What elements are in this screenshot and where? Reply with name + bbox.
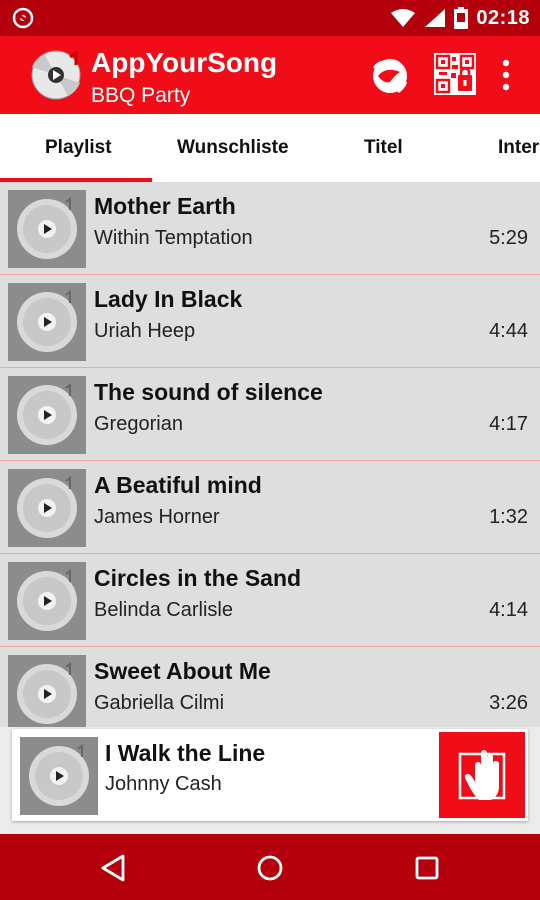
- song-duration: 4:44: [489, 320, 528, 342]
- back-icon[interactable]: [94, 848, 134, 888]
- list-item[interactable]: The sound of silence Gregorian 4:17: [0, 368, 540, 461]
- now-playing-card[interactable]: I Walk the Line Johnny Cash: [12, 729, 528, 821]
- tab-interpreten[interactable]: Interpreten: [498, 114, 540, 182]
- recent-apps-icon[interactable]: [407, 848, 447, 888]
- song-artist: James Horner: [94, 506, 220, 528]
- disc-icon: [8, 376, 86, 454]
- tab-titel[interactable]: Titel: [364, 114, 403, 182]
- status-time: 02:18: [476, 6, 530, 29]
- home-icon[interactable]: [250, 848, 290, 888]
- disc-icon: [8, 562, 86, 640]
- raised-hand-icon: [458, 750, 506, 800]
- disc-icon: [8, 190, 86, 268]
- disc-icon: [20, 737, 98, 815]
- overflow-menu-icon[interactable]: [500, 58, 512, 92]
- playlist: Mother Earth Within Temptation 5:29 Lady…: [0, 182, 540, 727]
- tab-playlist[interactable]: Playlist: [45, 114, 112, 182]
- song-duration: 3:26: [489, 692, 528, 714]
- tab-bar: Playlist Wunschliste Titel Interpreten: [0, 114, 540, 183]
- disc-icon: [8, 655, 86, 727]
- list-item[interactable]: Lady In Black Uriah Heep 4:44: [0, 275, 540, 368]
- song-artist: Gabriella Cilmi: [94, 692, 225, 714]
- song-duration: 4:14: [489, 599, 528, 621]
- signal-icon: [425, 9, 446, 27]
- song-artist: Uriah Heep: [94, 320, 196, 342]
- app-bar: AppYourSong BBQ Party: [0, 36, 540, 114]
- song-title: Lady In Black: [94, 286, 243, 312]
- app-title: AppYourSong: [91, 47, 278, 78]
- list-item[interactable]: A Beatiful mind James Horner 1:32: [0, 461, 540, 554]
- list-item[interactable]: Sweet About Me Gabriella Cilmi 3:26: [0, 647, 540, 727]
- app-notification-icon: [12, 7, 34, 29]
- song-duration: 4:17: [489, 413, 528, 435]
- status-bar: 02:18: [0, 0, 540, 36]
- song-title: The sound of silence: [94, 379, 323, 405]
- disc-icon: [8, 469, 86, 547]
- song-title: Mother Earth: [94, 193, 236, 219]
- app-logo-icon: [31, 50, 81, 100]
- song-artist: Gregorian: [94, 413, 183, 435]
- list-item[interactable]: Mother Earth Within Temptation 5:29: [0, 182, 540, 275]
- now-playing-artist: Johnny Cash: [105, 773, 222, 795]
- wifi-icon: [391, 9, 416, 27]
- hand-wave-icon[interactable]: [368, 54, 412, 98]
- qr-code-lock-icon[interactable]: [434, 53, 476, 95]
- navigation-bar: [0, 834, 540, 900]
- song-title: Sweet About Me: [94, 658, 271, 684]
- tab-wunschliste[interactable]: Wunschliste: [177, 114, 289, 182]
- song-title: A Beatiful mind: [94, 472, 262, 498]
- song-artist: Belinda Carlisle: [94, 599, 233, 621]
- now-playing-title: I Walk the Line: [105, 740, 266, 766]
- song-artist: Within Temptation: [94, 227, 253, 249]
- disc-icon: [8, 283, 86, 361]
- song-title: Circles in the Sand: [94, 565, 302, 591]
- list-item[interactable]: Circles in the Sand Belinda Carlisle 4:1…: [0, 554, 540, 647]
- vote-button[interactable]: [439, 732, 525, 818]
- song-duration: 1:32: [489, 506, 528, 528]
- party-name: BBQ Party: [91, 84, 191, 107]
- battery-icon: [454, 7, 469, 29]
- song-duration: 5:29: [489, 227, 528, 249]
